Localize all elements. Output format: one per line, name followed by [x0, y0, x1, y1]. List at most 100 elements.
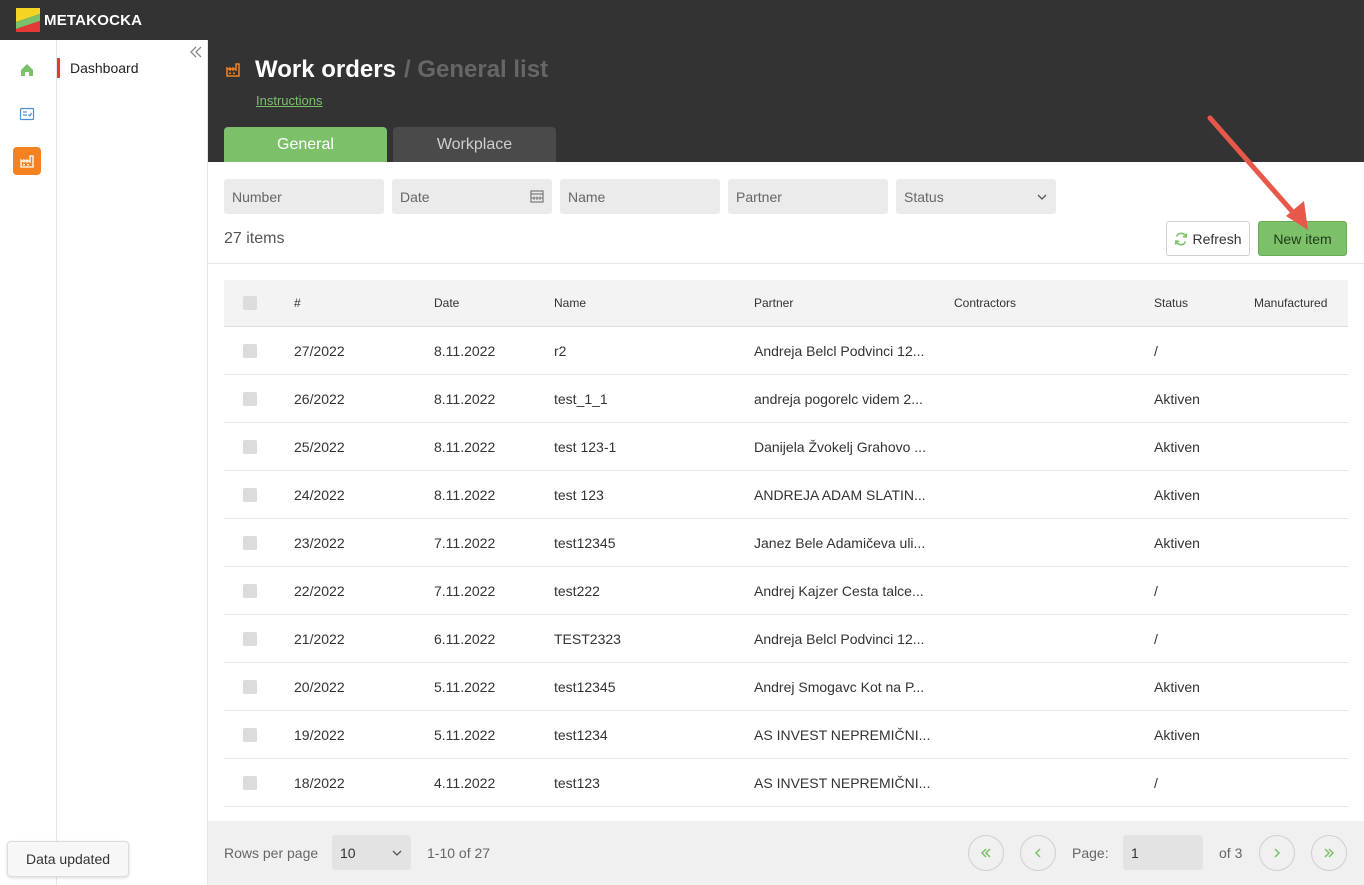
- cell-number: 27/2022: [294, 342, 345, 359]
- column-header-partner[interactable]: Partner: [754, 280, 793, 326]
- tab-workplace[interactable]: Workplace: [393, 127, 556, 162]
- page-subtitle: / General list: [404, 56, 549, 83]
- row-checkbox[interactable]: [243, 535, 257, 550]
- rail-factory-button[interactable]: [13, 147, 41, 175]
- date-filter-input[interactable]: Date: [392, 179, 552, 214]
- cell-name: TEST2323: [554, 630, 621, 647]
- select-all-checkbox[interactable]: [243, 296, 257, 310]
- row-checkbox[interactable]: [243, 391, 257, 406]
- cell-name: test222: [554, 582, 600, 599]
- cell-name: r2: [554, 342, 567, 359]
- brand-logo[interactable]: METAKOCKA: [16, 8, 142, 32]
- cell-name: test 123: [554, 486, 604, 503]
- table-row[interactable]: 18/2022 4.11.2022 test123 AS INVEST NEPR…: [224, 759, 1348, 807]
- cell-partner: Janez Bele Adamičeva uli...: [754, 534, 926, 551]
- tab-general[interactable]: General: [224, 127, 387, 162]
- row-checkbox[interactable]: [243, 631, 257, 646]
- cell-partner: Andreja Belcl Podvinci 12...: [754, 342, 925, 359]
- cell-status: /: [1154, 582, 1158, 599]
- name-filter-input[interactable]: Name: [560, 179, 720, 214]
- cell-number: 24/2022: [294, 486, 345, 503]
- chevron-left-icon: [1034, 848, 1041, 858]
- table-row[interactable]: 20/2022 5.11.2022 test12345 Andrej Smoga…: [224, 663, 1348, 711]
- row-checkbox[interactable]: [243, 775, 257, 790]
- table-row[interactable]: 25/2022 8.11.2022 test 123-1 Danijela Žv…: [224, 423, 1348, 471]
- table-row[interactable]: 23/2022 7.11.2022 test12345 Janez Bele A…: [224, 519, 1348, 567]
- icon-rail: [0, 40, 57, 885]
- column-header-number[interactable]: #: [294, 280, 301, 326]
- row-checkbox[interactable]: [243, 583, 257, 598]
- double-chevron-left-icon: [980, 848, 991, 858]
- row-checkbox[interactable]: [243, 727, 257, 742]
- column-header-name[interactable]: Name: [554, 280, 586, 326]
- cell-date: 5.11.2022: [434, 726, 496, 743]
- cell-number: 25/2022: [294, 438, 345, 455]
- last-page-button[interactable]: [1311, 835, 1347, 871]
- rail-tasks-button[interactable]: [13, 100, 41, 128]
- page-title: Work orders: [255, 56, 396, 83]
- next-page-button[interactable]: [1259, 835, 1295, 871]
- previous-page-button[interactable]: [1020, 835, 1056, 871]
- metakocka-logo-icon: [16, 8, 40, 32]
- new-item-button[interactable]: New item: [1258, 221, 1347, 256]
- cell-date: 8.11.2022: [434, 438, 496, 455]
- factory-icon: [20, 155, 34, 168]
- table-row[interactable]: 19/2022 5.11.2022 test1234 AS INVEST NEP…: [224, 711, 1348, 759]
- status-filter-select[interactable]: Status: [896, 179, 1056, 214]
- cell-date: 8.11.2022: [434, 486, 496, 503]
- column-header-manufactured[interactable]: Manufactured: [1254, 280, 1327, 326]
- table-header: # Date Name Partner Contractors Status M…: [224, 280, 1348, 327]
- rail-home-button[interactable]: [13, 56, 41, 84]
- cell-number: 19/2022: [294, 726, 345, 743]
- rows-per-page-select[interactable]: 10: [332, 835, 411, 870]
- cell-number: 23/2022: [294, 534, 345, 551]
- number-filter-input[interactable]: Number: [224, 179, 384, 214]
- first-page-button[interactable]: [968, 835, 1004, 871]
- cell-name: test 123-1: [554, 438, 617, 455]
- cell-name: test12345: [554, 534, 616, 551]
- side-nav: Dashboard: [57, 40, 208, 885]
- home-icon: [21, 64, 33, 76]
- chevron-right-icon: [1274, 848, 1281, 858]
- sidebar-item-label: Dashboard: [70, 60, 139, 76]
- cell-number: 21/2022: [294, 630, 345, 647]
- table-row[interactable]: 26/2022 8.11.2022 test_1_1 andreja pogor…: [224, 375, 1348, 423]
- row-checkbox[interactable]: [243, 343, 257, 358]
- top-bar: METAKOCKA: [0, 0, 1364, 40]
- total-pages-label: of 3: [1219, 845, 1243, 861]
- table-row[interactable]: 22/2022 7.11.2022 test222 Andrej Kajzer …: [224, 567, 1348, 615]
- cell-status: Aktiven: [1154, 678, 1200, 695]
- cell-name: test123: [554, 774, 600, 791]
- active-indicator: [57, 58, 60, 78]
- page-label: Page:: [1072, 845, 1109, 861]
- refresh-label: Refresh: [1192, 230, 1242, 247]
- page-number-input[interactable]: 1: [1123, 835, 1203, 870]
- row-checkbox[interactable]: [243, 679, 257, 694]
- table-row[interactable]: 27/2022 8.11.2022 r2 Andreja Belcl Podvi…: [224, 327, 1348, 375]
- instructions-link[interactable]: Instructions: [256, 93, 322, 108]
- cell-number: 18/2022: [294, 774, 345, 791]
- cell-partner: AS INVEST NEPREMIČNI...: [754, 774, 931, 791]
- cell-status: /: [1154, 630, 1158, 647]
- refresh-button[interactable]: Refresh: [1166, 221, 1250, 256]
- rows-per-page-label: Rows per page: [224, 845, 319, 861]
- calendar-icon[interactable]: [530, 189, 544, 203]
- cell-number: 22/2022: [294, 582, 345, 599]
- cell-partner: Andreja Belcl Podvinci 12...: [754, 630, 925, 647]
- row-checkbox[interactable]: [243, 487, 257, 502]
- sidebar-item-dashboard[interactable]: Dashboard: [57, 58, 207, 78]
- brand-name: METAKOCKA: [44, 11, 143, 29]
- status-filter-placeholder: Status: [904, 188, 944, 205]
- row-checkbox[interactable]: [243, 439, 257, 454]
- table-row[interactable]: 21/2022 6.11.2022 TEST2323 Andreja Belcl…: [224, 615, 1348, 663]
- column-header-status[interactable]: Status: [1154, 280, 1188, 326]
- table-row[interactable]: 24/2022 8.11.2022 test 123 ANDREJA ADAM …: [224, 471, 1348, 519]
- page-range: 1-10 of 27: [427, 845, 491, 861]
- cell-date: 7.11.2022: [434, 534, 496, 551]
- column-header-contractors[interactable]: Contractors: [954, 280, 1016, 326]
- partner-filter-input[interactable]: Partner: [728, 179, 888, 214]
- cell-name: test_1_1: [554, 390, 608, 407]
- column-header-date[interactable]: Date: [434, 280, 459, 326]
- rows-per-page-value: 10: [340, 844, 356, 861]
- cell-status: Aktiven: [1154, 534, 1200, 551]
